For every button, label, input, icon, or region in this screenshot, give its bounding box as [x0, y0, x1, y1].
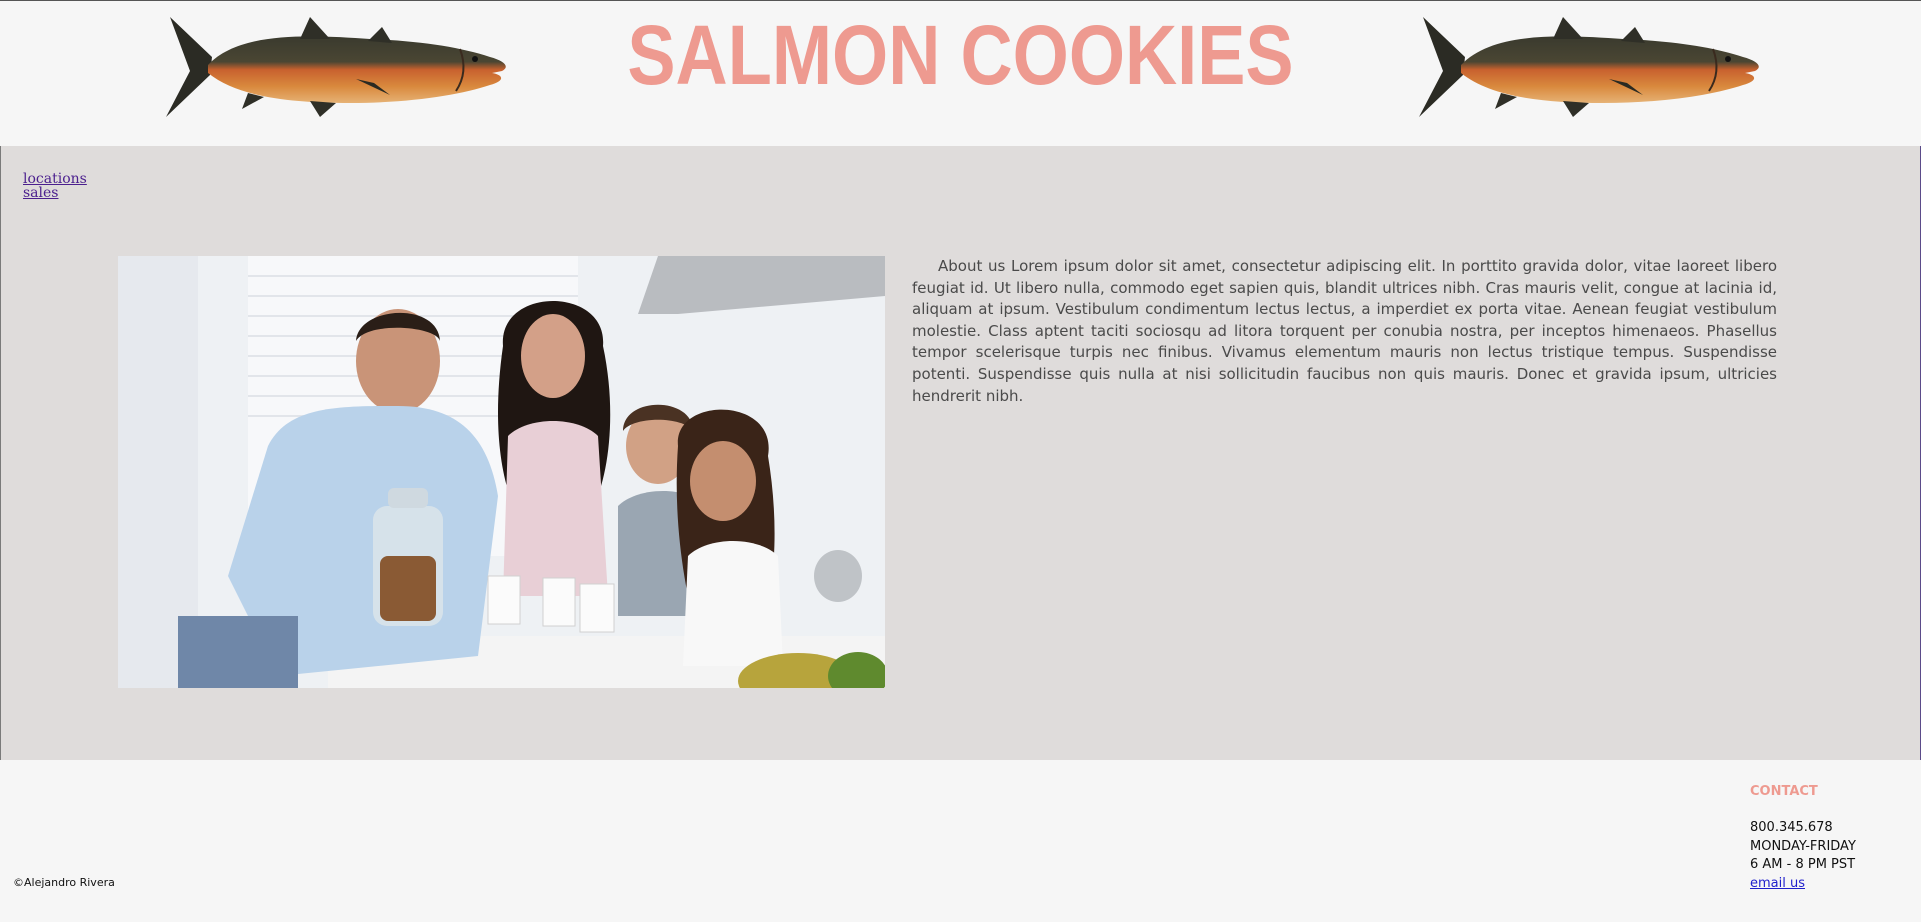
salmon-fish-right-image [1419, 17, 1759, 117]
site-nav: locations sales [23, 172, 87, 200]
copyright-text: ©Alejandro Rivera [13, 876, 115, 889]
contact-heading: CONTACT [1750, 784, 1818, 799]
about-us-text: About us Lorem ipsum dolor sit amet, con… [912, 257, 1777, 405]
site-footer: ©Alejandro Rivera CONTACT 800.345.678 MO… [0, 760, 1921, 922]
family-with-cookies-image [118, 256, 885, 688]
family-photo [118, 256, 885, 688]
nav-link-locations[interactable]: locations [23, 172, 87, 186]
nav-link-sales[interactable]: sales [23, 186, 87, 200]
email-us-link[interactable]: email us [1750, 876, 1805, 891]
site-header: SALMON COOKIES [0, 1, 1921, 146]
contact-block: CONTACT 800.345.678 MONDAY-FRIDAY 6 AM -… [1750, 784, 1856, 893]
contact-days: MONDAY-FRIDAY [1750, 838, 1856, 854]
main-content: locations sales About us Lorem ipsum dol… [0, 146, 1921, 760]
contact-hours: 6 AM - 8 PM PST [1750, 857, 1856, 873]
contact-phone: 800.345.678 [1750, 820, 1833, 835]
